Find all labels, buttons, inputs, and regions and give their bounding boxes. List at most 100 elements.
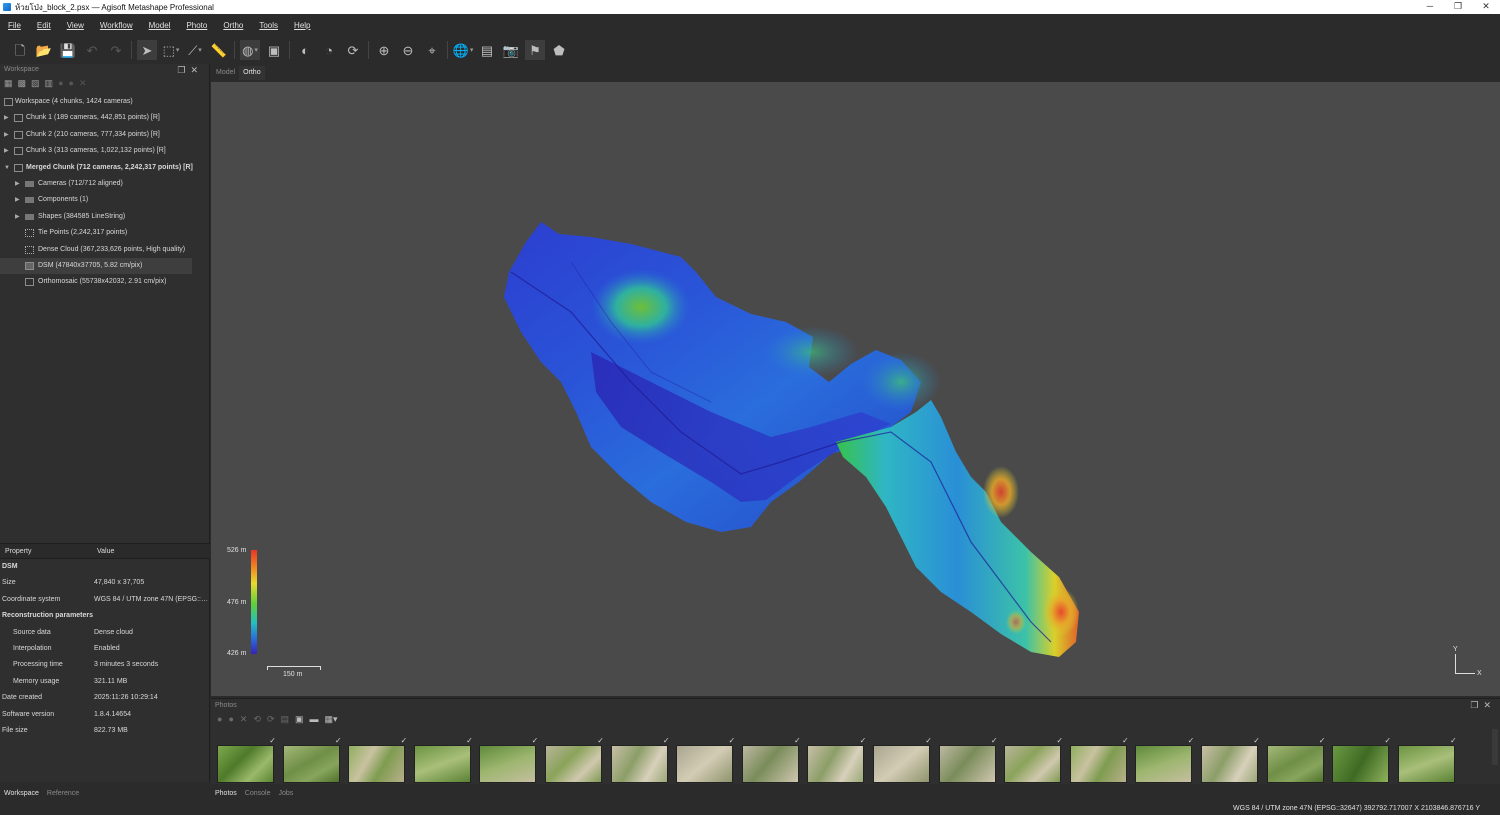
photo-thumbnail[interactable]: ✓: [1397, 736, 1457, 783]
shape-edit-icon[interactable]: ⬟: [549, 40, 569, 60]
view-mode-icon[interactable]: ▦▾: [325, 714, 338, 725]
float-panel-icon[interactable]: ❐: [1470, 700, 1483, 710]
tree-cameras[interactable]: ▶ Cameras (712/712 aligned): [0, 176, 209, 192]
redo-icon[interactable]: ↷: [106, 40, 126, 60]
show-masks-icon[interactable]: ▣: [295, 714, 304, 725]
photo-thumbnail[interactable]: ✓: [544, 736, 604, 783]
tree-dsm[interactable]: DSM (47840x37705, 5.82 cm/pix): [0, 257, 192, 275]
expand-arrow-icon[interactable]: ▶: [4, 127, 9, 143]
close-panel-icon[interactable]: ✕: [1483, 700, 1496, 710]
menu-help[interactable]: Help: [294, 21, 310, 30]
menu-workflow[interactable]: Workflow: [100, 21, 133, 30]
tree-dense-cloud[interactable]: Dense Cloud (367,233,626 points, High qu…: [0, 242, 209, 258]
photo-thumbnail[interactable]: ✓: [1200, 736, 1260, 783]
restore-button[interactable]: ❐: [1444, 0, 1472, 14]
disable-icon[interactable]: ●: [69, 78, 74, 88]
tree-orthomosaic[interactable]: Orthomosaic (55738x42032, 2.91 cm/pix): [0, 274, 209, 290]
menu-view[interactable]: View: [67, 21, 84, 30]
photo-thumbnail[interactable]: ✓: [741, 736, 801, 783]
tree-shapes[interactable]: ▶ Shapes (384585 LineString): [0, 209, 209, 225]
ruler-icon[interactable]: 📏: [209, 40, 229, 60]
globe-icon[interactable]: 🌐: [453, 40, 473, 60]
tree-merged-chunk[interactable]: ▼ Merged Chunk (712 cameras, 2,242,317 p…: [0, 160, 209, 176]
save-icon[interactable]: 💾: [58, 40, 78, 60]
image-icon[interactable]: ▤: [477, 40, 497, 60]
reset-view-icon[interactable]: ⟳: [343, 40, 363, 60]
tree-chunk-3[interactable]: ▶ Chunk 3 (313 cameras, 1,022,132 points…: [0, 143, 209, 159]
photo-thumbnail[interactable]: ✓: [1266, 736, 1326, 783]
open-folder-icon[interactable]: 📂: [34, 40, 54, 60]
menu-tools[interactable]: Tools: [259, 21, 278, 30]
photo-thumbnail[interactable]: ✓: [1004, 736, 1063, 783]
tab-photos[interactable]: Photos: [211, 790, 241, 797]
menu-edit[interactable]: Edit: [37, 21, 51, 30]
close-panel-icon[interactable]: ✕: [190, 65, 203, 75]
enable-icon[interactable]: ●: [217, 714, 222, 724]
tree-chunk-2[interactable]: ▶ Chunk 2 (210 cameras, 777,334 points) …: [0, 127, 209, 143]
delete-icon[interactable]: ✕: [79, 78, 87, 89]
expand-arrow-icon[interactable]: ▶: [15, 192, 20, 208]
tab-ortho[interactable]: Ortho: [239, 66, 265, 80]
photo-thumbnail[interactable]: ✓: [1135, 736, 1194, 783]
photo-thumbnail[interactable]: ✓: [348, 736, 407, 783]
tree-components[interactable]: ▶ Components (1): [0, 192, 209, 208]
expand-arrow-icon[interactable]: ▶: [4, 143, 9, 159]
close-button[interactable]: ✕: [1472, 0, 1500, 14]
move-crosshair-icon[interactable]: ⌖: [422, 40, 442, 60]
mask-icon[interactable]: ▤: [281, 714, 290, 725]
ortho-viewport[interactable]: Y X: [211, 82, 1500, 696]
palette-icon[interactable]: ◔: [319, 40, 339, 60]
menu-photo[interactable]: Photo: [186, 21, 207, 30]
rotate-left-icon[interactable]: ⟲: [253, 714, 261, 725]
new-file-icon[interactable]: 🗋: [10, 40, 30, 60]
photo-thumbnail[interactable]: ✓: [282, 736, 342, 783]
remove-items-icon[interactable]: ▥: [45, 78, 54, 89]
property-column-header[interactable]: Property: [5, 548, 31, 555]
menu-ortho[interactable]: Ortho: [223, 21, 243, 30]
photo-thumbnail[interactable]: ✓: [217, 736, 276, 783]
navigation-arrow-icon[interactable]: ➤: [137, 40, 157, 60]
photo-thumbnail[interactable]: ✓: [676, 736, 735, 783]
polyline-draw-icon[interactable]: ⟋: [185, 40, 205, 60]
photo-thumbnail[interactable]: ✓: [1069, 736, 1129, 783]
tab-model[interactable]: Model: [212, 66, 239, 80]
rectangle-select-icon[interactable]: ⬚: [161, 40, 181, 60]
float-panel-icon[interactable]: ❐: [177, 65, 190, 75]
disable-icon[interactable]: ●: [228, 714, 233, 724]
camera-icon[interactable]: 📷: [501, 40, 521, 60]
remove-icon[interactable]: ✕: [240, 714, 248, 725]
tree-chunk-1[interactable]: ▶ Chunk 1 (189 cameras, 442,851 points) …: [0, 110, 209, 126]
tab-jobs[interactable]: Jobs: [274, 790, 297, 797]
photo-thumbnail[interactable]: ✓: [872, 736, 932, 783]
add-folder-icon[interactable]: ▨: [31, 78, 40, 89]
photo-thumbnail[interactable]: ✓: [1332, 736, 1391, 783]
photo-thumbnail[interactable]: ✓: [938, 736, 998, 783]
zoom-out-icon[interactable]: ⊖: [398, 40, 418, 60]
filter-icon[interactable]: ▬: [310, 714, 319, 724]
tab-reference[interactable]: Reference: [43, 790, 83, 797]
flag-icon[interactable]: ⚑: [525, 40, 545, 60]
rotate-right-icon[interactable]: ⟳: [267, 714, 275, 725]
contrast-icon[interactable]: ◐: [295, 40, 315, 60]
enable-icon[interactable]: ●: [58, 78, 63, 88]
photo-thumbnail[interactable]: ✓: [610, 736, 670, 783]
minimize-button[interactable]: ─: [1416, 0, 1444, 14]
zoom-in-icon[interactable]: ⊕: [374, 40, 394, 60]
photo-thumbnail[interactable]: ✓: [479, 736, 538, 783]
menu-file[interactable]: File: [8, 21, 21, 30]
tree-tie-points[interactable]: Tie Points (2,242,317 points): [0, 225, 209, 241]
photo-thumbnail[interactable]: ✓: [807, 736, 866, 783]
tab-workspace[interactable]: Workspace: [0, 790, 43, 797]
ortho-view-icon[interactable]: ▣: [264, 40, 284, 60]
photos-scrollbar[interactable]: [1492, 729, 1498, 765]
dsm-view-icon[interactable]: ◍: [240, 40, 260, 60]
expand-arrow-icon[interactable]: ▶: [15, 209, 20, 225]
tab-console[interactable]: Console: [241, 790, 275, 797]
value-column-header[interactable]: Value: [97, 548, 114, 555]
add-chunk-icon[interactable]: ▦: [4, 78, 13, 89]
add-photos-icon[interactable]: ▩: [18, 78, 27, 89]
undo-icon[interactable]: ↶: [82, 40, 102, 60]
tree-root[interactable]: Workspace (4 chunks, 1424 cameras): [0, 94, 209, 110]
expand-arrow-icon[interactable]: ▶: [15, 176, 20, 192]
collapse-arrow-icon[interactable]: ▼: [4, 160, 10, 176]
